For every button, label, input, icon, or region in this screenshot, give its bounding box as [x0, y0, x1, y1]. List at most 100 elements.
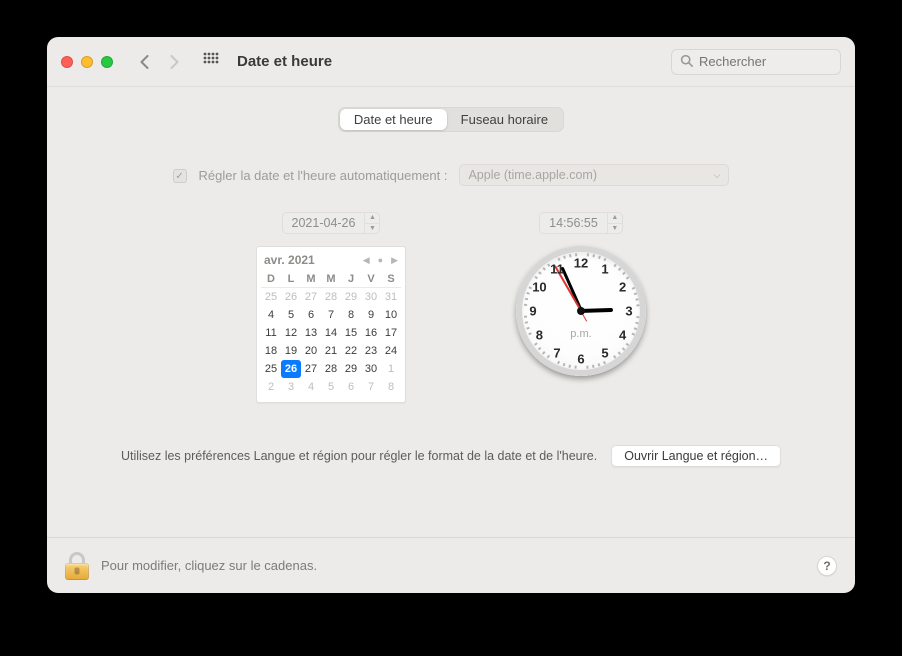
calendar-day[interactable]: 2 [261, 378, 281, 396]
clock-ampm-label: p.m. [570, 328, 591, 340]
zoom-window-button[interactable] [101, 56, 113, 68]
chevron-down-icon: ▼ [608, 224, 622, 234]
format-hint-text: Utilisez les préférences Langue et régio… [121, 449, 597, 463]
close-window-button[interactable] [61, 56, 73, 68]
tab-timezone[interactable]: Fuseau horaire [447, 109, 562, 130]
calendar-day-header: D [261, 271, 281, 288]
time-stepper[interactable]: 14:56:55 ▲ ▼ [539, 212, 623, 234]
calendar-day[interactable]: 31 [381, 288, 401, 306]
calendar-day[interactable]: 4 [261, 306, 281, 324]
calendar-day[interactable]: 14 [321, 324, 341, 342]
lock-hint-text: Pour modifier, cliquez sur le cadenas. [101, 558, 317, 573]
calendar-prev-month[interactable]: ◀ [363, 255, 370, 266]
calendar-day[interactable]: 29 [341, 288, 361, 306]
calendar-day[interactable]: 28 [321, 360, 341, 378]
footer: Pour modifier, cliquez sur le cadenas. ? [47, 537, 855, 593]
calendar-day[interactable]: 6 [301, 306, 321, 324]
tab-bar: Date et heure Fuseau horaire [338, 107, 564, 132]
preferences-window: Date et heure Date et heure Fuseau horai… [47, 37, 855, 593]
calendar-day[interactable]: 25 [261, 360, 281, 378]
calendar-day[interactable]: 30 [361, 288, 381, 306]
calendar-day[interactable]: 6 [341, 378, 361, 396]
show-all-prefs-button[interactable] [203, 52, 219, 71]
calendar-day[interactable]: 3 [281, 378, 301, 396]
calendar-day[interactable]: 9 [361, 306, 381, 324]
calendar-day[interactable]: 20 [301, 342, 321, 360]
calendar-day[interactable]: 29 [341, 360, 361, 378]
time-column: 14:56:55 ▲ ▼ p.m. 123456789101112 [516, 212, 646, 403]
forward-button[interactable] [163, 51, 185, 73]
calendar-day[interactable]: 4 [301, 378, 321, 396]
calendar-day[interactable]: 27 [301, 360, 321, 378]
content-area: Date et heure Fuseau horaire ✓ Régler la… [47, 87, 855, 537]
date-stepper[interactable]: 2021-04-26 ▲ ▼ [282, 212, 381, 234]
back-button[interactable] [133, 51, 155, 73]
window-title: Date et heure [237, 53, 332, 70]
calendar-day[interactable]: 28 [321, 288, 341, 306]
calendar-day[interactable]: 26 [281, 360, 301, 378]
calendar-day[interactable]: 23 [361, 342, 381, 360]
calendar-day[interactable]: 5 [281, 306, 301, 324]
calendar-day[interactable]: 1 [381, 360, 401, 378]
search-field[interactable] [671, 49, 841, 75]
chevron-up-icon: ▲ [608, 213, 622, 224]
calendar-day[interactable]: 24 [381, 342, 401, 360]
calendar-day[interactable]: 8 [381, 378, 401, 396]
calendar-next-month[interactable]: ▶ [391, 255, 398, 266]
calendar-day[interactable]: 22 [341, 342, 361, 360]
clock-numeral: 12 [574, 256, 588, 271]
calendar[interactable]: avr. 2021 ◀ ● ▶ DLMMJVS25262728293031456… [256, 246, 406, 403]
calendar-day[interactable]: 21 [321, 342, 341, 360]
minimize-window-button[interactable] [81, 56, 93, 68]
calendar-day[interactable]: 5 [321, 378, 341, 396]
clock-numeral: 9 [529, 304, 536, 319]
time-server-value: Apple (time.apple.com) [468, 168, 597, 182]
clock-center-cap [577, 307, 585, 315]
calendar-day-header: V [361, 271, 381, 288]
clock-numeral: 1 [601, 262, 608, 277]
date-value: 2021-04-26 [283, 216, 365, 230]
analog-clock: p.m. 123456789101112 [516, 246, 646, 376]
chevron-down-icon: ⌵ [714, 170, 721, 181]
calendar-day[interactable]: 8 [341, 306, 361, 324]
calendar-day[interactable]: 19 [281, 342, 301, 360]
calendar-month-label: avr. 2021 [264, 253, 315, 267]
calendar-day-header: S [381, 271, 401, 288]
auto-datetime-label: Régler la date et l'heure automatiquemen… [199, 168, 448, 183]
calendar-day[interactable]: 11 [261, 324, 281, 342]
calendar-day[interactable]: 10 [381, 306, 401, 324]
window-controls [61, 56, 113, 68]
search-icon [680, 54, 693, 70]
calendar-day[interactable]: 15 [341, 324, 361, 342]
calendar-day[interactable]: 30 [361, 360, 381, 378]
calendar-day[interactable]: 12 [281, 324, 301, 342]
date-column: 2021-04-26 ▲ ▼ avr. 2021 ◀ ● ▶ [256, 212, 406, 403]
auto-datetime-checkbox[interactable]: ✓ [173, 169, 187, 183]
calendar-day-header: M [301, 271, 321, 288]
titlebar: Date et heure [47, 37, 855, 87]
calendar-day[interactable]: 13 [301, 324, 321, 342]
clock-numeral: 5 [601, 345, 608, 360]
calendar-day[interactable]: 16 [361, 324, 381, 342]
calendar-today[interactable]: ● [378, 255, 383, 266]
open-language-region-button[interactable]: Ouvrir Langue et région… [611, 445, 781, 467]
time-stepper-arrows[interactable]: ▲ ▼ [607, 213, 622, 233]
calendar-day[interactable]: 26 [281, 288, 301, 306]
calendar-day[interactable]: 27 [301, 288, 321, 306]
search-input[interactable] [699, 54, 875, 69]
chevron-down-icon: ▼ [365, 224, 379, 234]
calendar-day[interactable]: 7 [361, 378, 381, 396]
clock-numeral: 4 [619, 328, 626, 343]
calendar-day[interactable]: 17 [381, 324, 401, 342]
tab-date-time[interactable]: Date et heure [340, 109, 447, 130]
time-server-combo[interactable]: Apple (time.apple.com) ⌵ [459, 164, 729, 186]
auto-datetime-row: ✓ Régler la date et l'heure automatiquem… [79, 164, 823, 186]
help-button[interactable]: ? [817, 556, 837, 576]
date-stepper-arrows[interactable]: ▲ ▼ [364, 213, 379, 233]
chevron-up-icon: ▲ [365, 213, 379, 224]
calendar-day[interactable]: 7 [321, 306, 341, 324]
calendar-day[interactable]: 18 [261, 342, 281, 360]
calendar-day[interactable]: 25 [261, 288, 281, 306]
lock-icon[interactable] [65, 552, 89, 580]
clock-numeral: 7 [553, 345, 560, 360]
